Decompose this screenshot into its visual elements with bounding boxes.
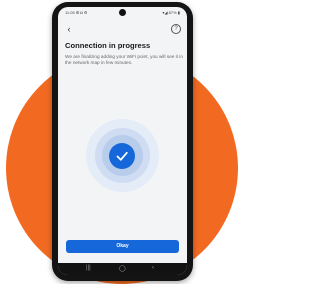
success-status-circle (109, 143, 135, 169)
status-signal-battery: ▾◢ 87% ▮ (162, 10, 180, 15)
home-nav-icon[interactable]: ◯ (119, 265, 126, 272)
front-camera (119, 9, 126, 16)
back-button[interactable]: ‹ (64, 24, 74, 34)
back-nav-icon[interactable]: ‹ (152, 265, 154, 271)
recents-nav-icon[interactable]: ||| (86, 265, 91, 271)
okay-button[interactable]: Okay (66, 240, 179, 253)
chevron-left-icon: ‹ (67, 24, 71, 34)
system-nav-bar: ||| ◯ ‹ (58, 263, 187, 275)
page-title: Connection in progress (65, 41, 151, 50)
status-indicator-icons: ⊞ ◘ ⚙ (75, 10, 88, 15)
status-time: 11:05 ⊞ ◘ ⚙ (65, 10, 87, 15)
checkmark-icon (116, 151, 128, 161)
status-time-text: 11:05 (65, 10, 75, 15)
phone-screen: 11:05 ⊞ ◘ ⚙ ▾◢ 87% ▮ ‹ ? Connection in p… (58, 7, 187, 275)
help-circle-icon: ? (174, 26, 178, 32)
page-description: We are finalizing adding your WiFi point… (65, 54, 183, 66)
help-button[interactable]: ? (171, 24, 181, 34)
